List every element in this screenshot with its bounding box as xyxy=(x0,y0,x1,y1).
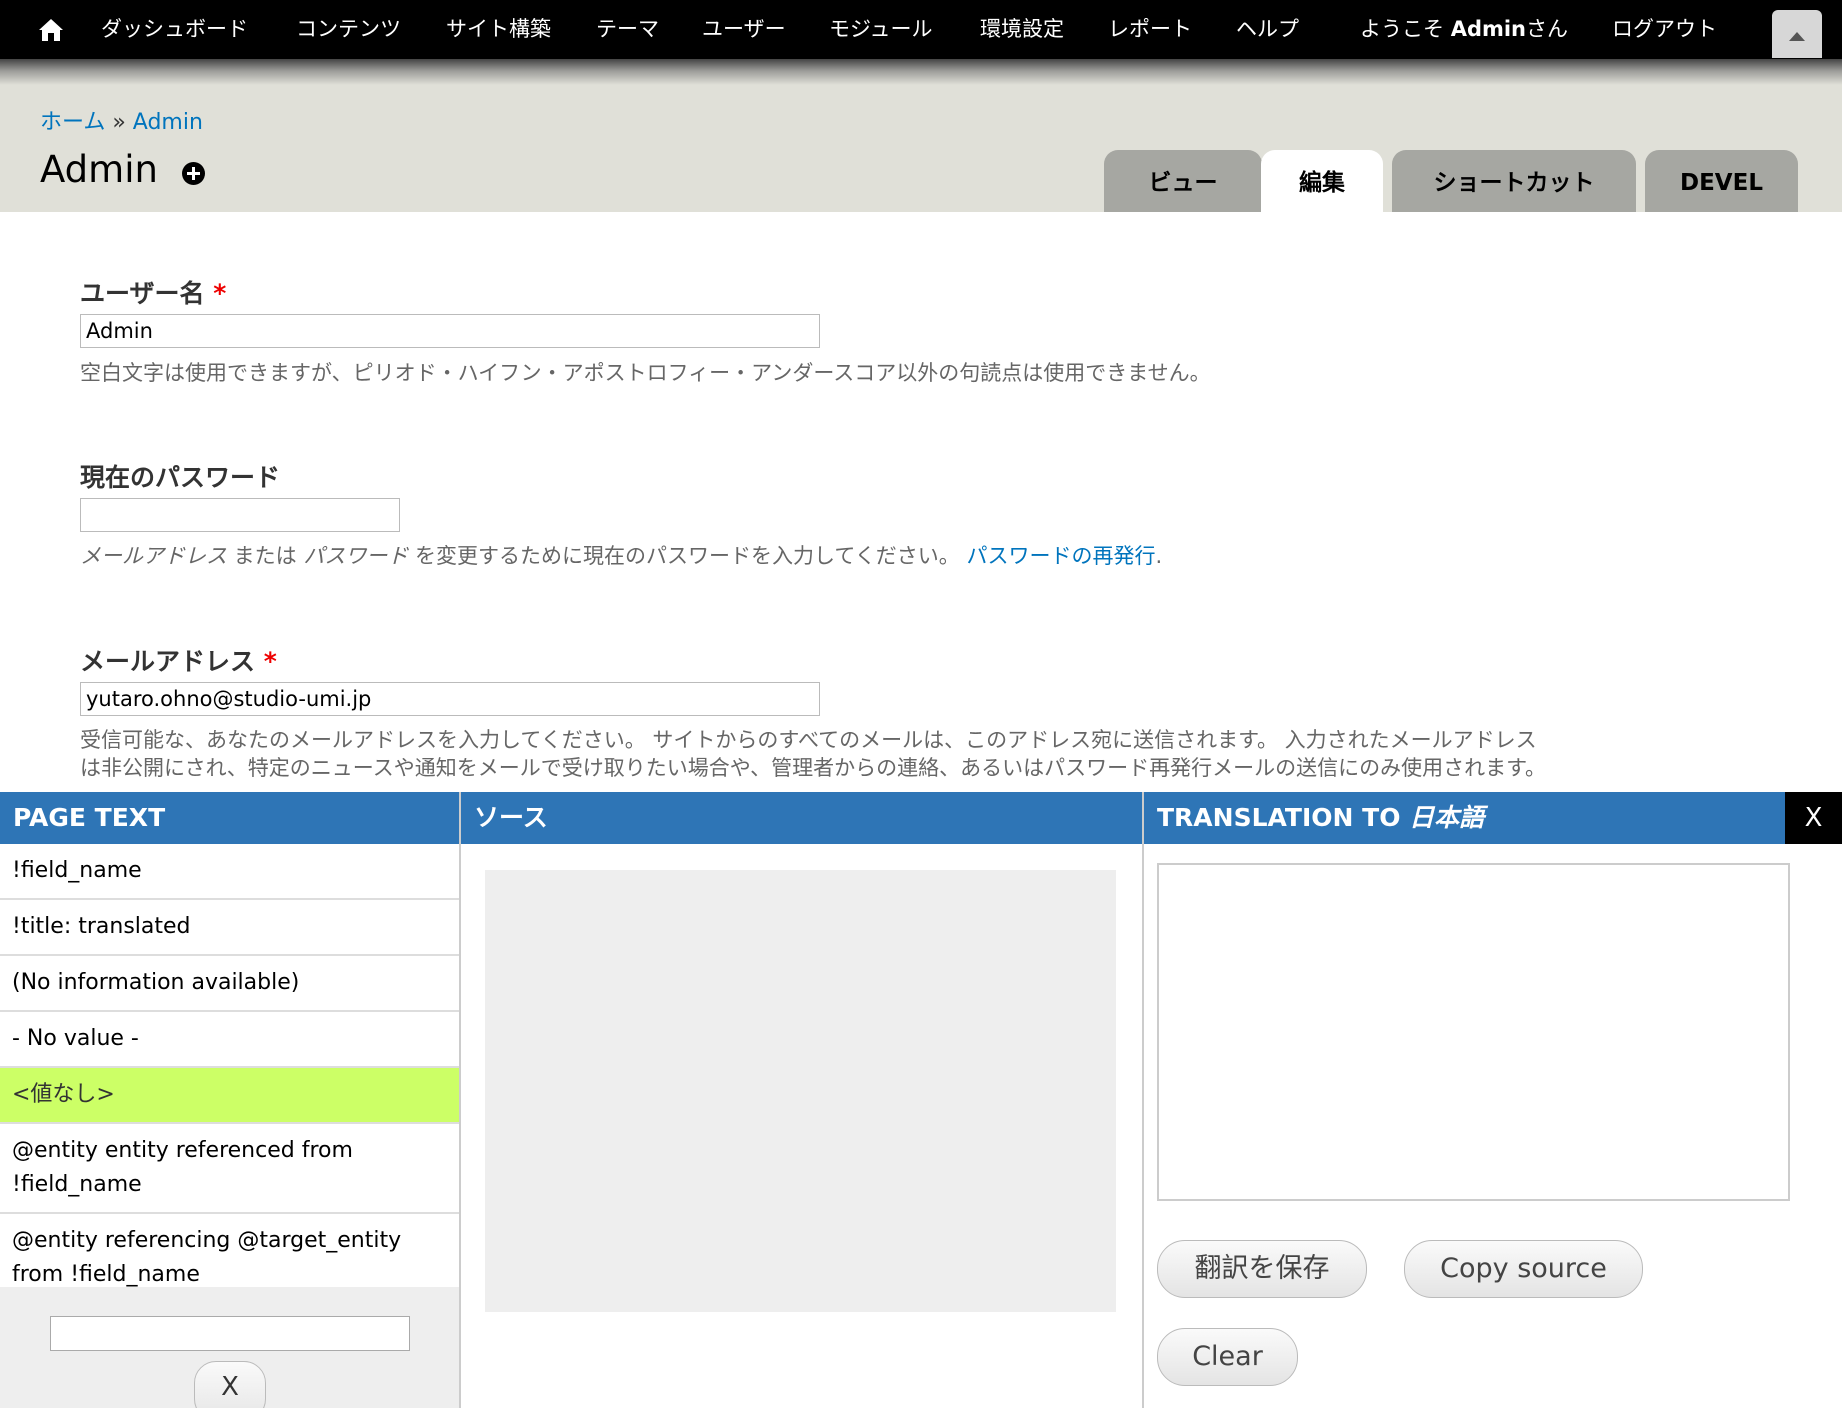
current-password-input[interactable] xyxy=(80,498,400,532)
email-description-line1: 受信可能な、あなたのメールアドレスを入力してください。 サイトからのすべてのメー… xyxy=(80,728,1537,752)
filter-clear-button[interactable]: X xyxy=(194,1361,266,1408)
list-item[interactable]: @entity referencing @target_entity from … xyxy=(0,1214,459,1293)
desc-or: または xyxy=(227,544,304,568)
page-text-header: PAGE TEXT xyxy=(0,792,459,844)
email-description-line2: は非公開にされ、特定のニュースや通知をメールで受け取りたい場合や、管理者からの連… xyxy=(80,756,1547,780)
column-divider xyxy=(1142,792,1144,1408)
translation-textarea[interactable] xyxy=(1157,863,1790,1201)
breadcrumb-current-link[interactable]: Admin xyxy=(133,110,203,135)
required-marker: * xyxy=(263,647,277,676)
translation-header: TRANSLATION TO 日本語 xyxy=(1144,792,1785,844)
toolbar-item-content[interactable]: コンテンツ xyxy=(296,0,401,59)
welcome-prefix: ようこそ xyxy=(1360,17,1451,41)
toolbar-logout[interactable]: ログアウト xyxy=(1612,0,1717,59)
home-icon[interactable] xyxy=(38,18,64,42)
breadcrumb-separator: » xyxy=(105,110,133,135)
translation-header-prefix: TRANSLATION TO xyxy=(1157,803,1410,832)
toolbar-item-appearance[interactable]: テーマ xyxy=(596,0,659,59)
filter-input[interactable] xyxy=(50,1316,410,1351)
toolbar-item-reports[interactable]: レポート xyxy=(1108,0,1192,59)
username-label: ユーザー名 * xyxy=(80,274,226,310)
username-description: 空白文字は使用できますが、ピリオド・ハイフン・アポストロフィー・アンダースコア以… xyxy=(80,361,1211,385)
list-item[interactable]: (No information available) xyxy=(0,956,459,1012)
list-item[interactable]: !title: translated xyxy=(0,900,459,956)
desc-password: パスワード xyxy=(303,544,409,568)
list-item[interactable]: @entity entity referenced from !field_na… xyxy=(0,1124,459,1214)
panel-close-button[interactable]: X xyxy=(1785,792,1842,844)
toolbar-shadow xyxy=(0,59,1842,85)
welcome-user: Admin xyxy=(1450,17,1527,41)
toolbar-item-people[interactable]: ユーザー xyxy=(702,0,786,59)
list-item[interactable]: - No value - xyxy=(0,1012,459,1068)
username-label-text: ユーザー名 xyxy=(80,279,205,308)
source-header: ソース xyxy=(461,792,1142,844)
email-input[interactable]: yutaro.ohno@studio-umi.jp xyxy=(80,682,820,716)
translation-header-lang: 日本語 xyxy=(1409,803,1485,832)
breadcrumb: ホーム » Admin xyxy=(40,104,203,136)
password-reset-link[interactable]: パスワードの再発行 xyxy=(966,544,1155,568)
desc-rest: を変更するために現在のパスワードを入力してください。 xyxy=(408,544,967,568)
column-divider xyxy=(459,792,461,1408)
save-translation-button[interactable]: 翻訳を保存 xyxy=(1157,1240,1367,1298)
desc-dot: . xyxy=(1155,544,1163,568)
toolbar-item-modules[interactable]: モジュール xyxy=(829,0,933,59)
email-label: メールアドレス * xyxy=(80,642,277,678)
toolbar-item-dashboard[interactable]: ダッシュボード xyxy=(101,0,248,59)
toolbar-toggle-button[interactable] xyxy=(1772,10,1822,58)
username-input[interactable]: Admin xyxy=(80,314,820,348)
triangle-up-icon xyxy=(1789,32,1805,41)
tab-shortcut[interactable]: ショートカット xyxy=(1392,150,1636,212)
list-item-selected[interactable]: <値なし> xyxy=(0,1068,459,1124)
current-password-label: 現在のパスワード xyxy=(80,463,281,492)
source-text-box xyxy=(485,870,1116,1312)
admin-toolbar: ダッシュボード コンテンツ サイト構築 テーマ ユーザー モジュール 環境設定 … xyxy=(0,0,1842,59)
toolbar-item-help[interactable]: ヘルプ xyxy=(1236,0,1299,59)
toolbar-item-structure[interactable]: サイト構築 xyxy=(446,0,551,59)
list-item[interactable]: !field_name xyxy=(0,844,459,900)
toolbar-item-configuration[interactable]: 環境設定 xyxy=(980,0,1064,59)
add-shortcut-icon[interactable] xyxy=(182,162,205,185)
copy-source-button[interactable]: Copy source xyxy=(1404,1240,1643,1298)
current-password-description: メールアドレス または パスワード を変更するために現在のパスワードを入力してく… xyxy=(80,542,1162,571)
desc-email: メールアドレス xyxy=(80,544,227,568)
required-marker: * xyxy=(213,279,227,308)
string-list[interactable]: !field_name !title: translated (No infor… xyxy=(0,844,459,1293)
welcome-suffix: さん xyxy=(1526,17,1569,41)
toolbar-welcome[interactable]: ようこそ Adminさん xyxy=(1360,0,1568,59)
breadcrumb-home-link[interactable]: ホーム xyxy=(40,110,105,135)
tab-devel[interactable]: DEVEL xyxy=(1645,150,1798,212)
tab-edit[interactable]: 編集 xyxy=(1261,150,1383,212)
clear-button[interactable]: Clear xyxy=(1157,1328,1298,1386)
page-title: Admin xyxy=(40,148,158,191)
email-label-text: メールアドレス xyxy=(80,647,256,676)
tab-view[interactable]: ビュー xyxy=(1104,150,1262,212)
